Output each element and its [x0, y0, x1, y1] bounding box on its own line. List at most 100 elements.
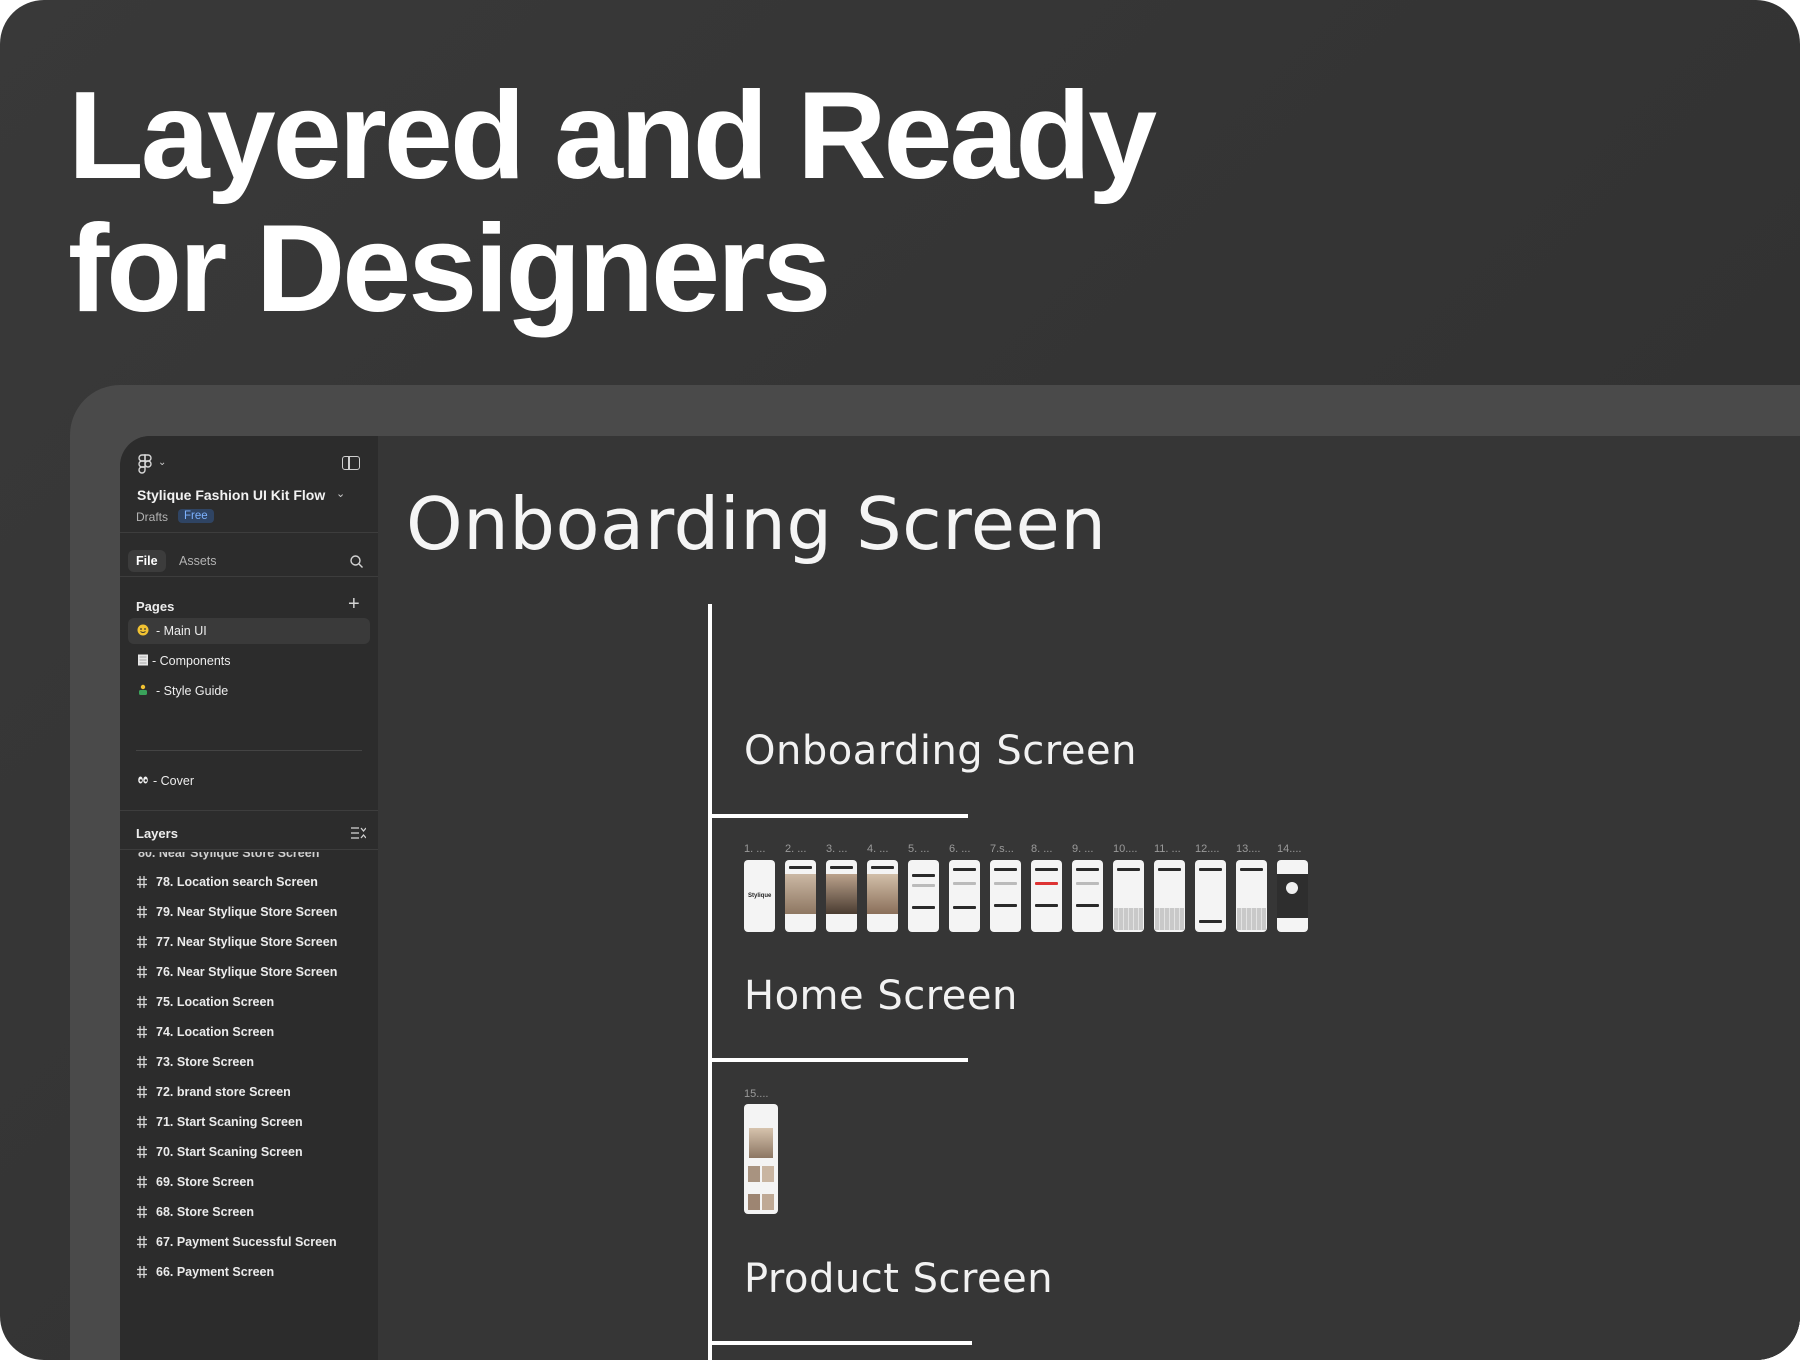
layer-item[interactable]: 74. Location Screen: [134, 1022, 370, 1046]
figma-logo-icon[interactable]: [138, 454, 152, 474]
page-item-style-guide[interactable]: - Style Guide: [128, 678, 370, 704]
layer-item-label: 76. Near Stylique Store Screen: [156, 965, 338, 979]
layer-item[interactable]: 79. Near Stylique Store Screen: [134, 902, 370, 926]
frame-thumbnail[interactable]: [826, 860, 857, 932]
frame-label: 5. ...: [908, 843, 930, 855]
headline-line-2: for Designers: [68, 200, 831, 338]
divider: [120, 532, 378, 533]
frame-thumbnail[interactable]: [1277, 860, 1308, 932]
canvas-title: Onboarding Screen: [406, 482, 1107, 566]
frame-label: 10....: [1113, 843, 1138, 855]
layer-item[interactable]: 68. Store Screen: [134, 1202, 370, 1226]
frame-thumbnail[interactable]: [949, 860, 980, 932]
layer-item-label: 69. Store Screen: [156, 1175, 254, 1189]
frame-hash-icon: [137, 1236, 147, 1248]
document-icon: [138, 654, 148, 666]
divider: [120, 810, 378, 811]
layer-item[interactable]: 77. Near Stylique Store Screen: [134, 932, 370, 956]
page-item-label: - Main UI: [156, 624, 207, 638]
flow-vertical-line: [708, 604, 712, 1360]
emoji-person-icon: [139, 684, 147, 695]
section-label-home[interactable]: Home Screen: [744, 973, 1018, 1019]
frame-hash-icon: [137, 906, 147, 918]
chevron-down-icon[interactable]: ⌄: [158, 457, 166, 468]
tab-assets[interactable]: Assets: [179, 554, 217, 568]
design-canvas[interactable]: Onboarding Screen Onboarding Screen 1. .…: [378, 436, 1800, 1360]
frame-hash-icon: [137, 1086, 147, 1098]
promo-card: Layered and Ready for Designers ⌄ Styliq…: [0, 0, 1800, 1360]
layer-item-label: 70. Start Scaning Screen: [156, 1145, 303, 1159]
collapse-layers-icon[interactable]: [350, 826, 366, 840]
section-divider: [708, 1058, 968, 1062]
frame-hash-icon: [137, 876, 147, 888]
frame-thumbnail[interactable]: [744, 1104, 778, 1214]
page-item-components[interactable]: - Components: [128, 648, 370, 674]
layer-item[interactable]: 67. Payment Sucessful Screen: [134, 1232, 370, 1256]
section-label-onboarding[interactable]: Onboarding Screen: [744, 728, 1137, 774]
emoji-face-icon: [137, 624, 149, 636]
pages-heading: Pages: [136, 599, 175, 614]
layer-item[interactable]: 72. brand store Screen: [134, 1082, 370, 1106]
layer-item[interactable]: 75. Location Screen: [134, 992, 370, 1016]
section-label-product[interactable]: Product Screen: [744, 1256, 1053, 1302]
add-page-plus-icon[interactable]: +: [348, 594, 360, 614]
frame-thumbnail[interactable]: [1195, 860, 1226, 932]
layer-item-partial[interactable]: 80. Near Stylique Store Screen: [134, 852, 370, 862]
layer-item-label: 73. Store Screen: [156, 1055, 254, 1069]
frame-thumbnail[interactable]: [1236, 860, 1267, 932]
frame-thumbnail[interactable]: [1113, 860, 1144, 932]
drafts-label[interactable]: Drafts: [136, 510, 168, 524]
frame-thumbnail[interactable]: [1154, 860, 1185, 932]
layer-item[interactable]: 69. Store Screen: [134, 1172, 370, 1196]
frame-label: 14....: [1277, 843, 1302, 855]
frame-hash-icon: [137, 996, 147, 1008]
frame-label: 8. ...: [1031, 843, 1053, 855]
page-item-label: - Cover: [153, 774, 194, 788]
sidebar-toolbar: ⌄: [138, 454, 360, 476]
frame-hash-icon: [137, 1026, 147, 1038]
layer-item-label: 79. Near Stylique Store Screen: [156, 905, 338, 919]
frame-label: 9. ...: [1072, 843, 1094, 855]
layer-item[interactable]: 71. Start Scaning Screen: [134, 1112, 370, 1136]
frame-label: 12....: [1195, 843, 1220, 855]
layer-item[interactable]: 76. Near Stylique Store Screen: [134, 962, 370, 986]
figma-window: ⌄ Stylique Fashion UI Kit Flow ⌄ Drafts …: [120, 436, 1800, 1360]
frame-hash-icon: [137, 1146, 147, 1158]
frame-label: 7.s...: [990, 843, 1014, 855]
page-item-cover[interactable]: - Cover: [128, 768, 370, 794]
frame-hash-icon: [137, 936, 147, 948]
page-item-label: - Style Guide: [156, 684, 229, 698]
file-title[interactable]: Stylique Fashion UI Kit Flow: [137, 487, 325, 503]
page-item-main-ui[interactable]: - Main UI: [128, 618, 370, 644]
search-icon[interactable]: [350, 555, 363, 568]
section-divider: [708, 814, 968, 818]
frame-thumbnail[interactable]: [785, 860, 816, 932]
sidebar-toggle-icon[interactable]: [342, 456, 360, 470]
layer-item-label: 71. Start Scaning Screen: [156, 1115, 303, 1129]
layer-item[interactable]: 73. Store Screen: [134, 1052, 370, 1076]
plan-badge: Free: [178, 509, 214, 523]
eyes-emoji-icon: [138, 776, 148, 784]
frame-thumbnail[interactable]: [867, 860, 898, 932]
frame-thumbnail[interactable]: [1072, 860, 1103, 932]
file-menu-chevron-icon[interactable]: ⌄: [336, 487, 345, 500]
frame-hash-icon: [137, 1116, 147, 1128]
frame-thumbnail[interactable]: Stylique: [744, 860, 775, 932]
divider: [120, 576, 378, 577]
frame-thumbnail[interactable]: [908, 860, 939, 932]
layer-item[interactable]: 78. Location search Screen: [134, 872, 370, 896]
layer-item[interactable]: 66. Payment Screen: [134, 1262, 370, 1286]
frame-thumbnail[interactable]: [990, 860, 1021, 932]
frame-thumbnail[interactable]: [1031, 860, 1062, 932]
frame-label: 1. ...: [744, 843, 766, 855]
frame-label: 13....: [1236, 843, 1261, 855]
frame-hash-icon: [137, 1056, 147, 1068]
frame-hash-icon: [137, 1206, 147, 1218]
frame-hash-icon: [137, 966, 147, 978]
headline: Layered and Ready for Designers: [68, 70, 1157, 338]
layer-item-label: 66. Payment Screen: [156, 1265, 275, 1279]
tab-file[interactable]: File: [128, 550, 166, 572]
layer-item-label: 75. Location Screen: [156, 995, 275, 1009]
layer-item[interactable]: 70. Start Scaning Screen: [134, 1142, 370, 1166]
layer-item-label: 68. Store Screen: [156, 1205, 254, 1219]
